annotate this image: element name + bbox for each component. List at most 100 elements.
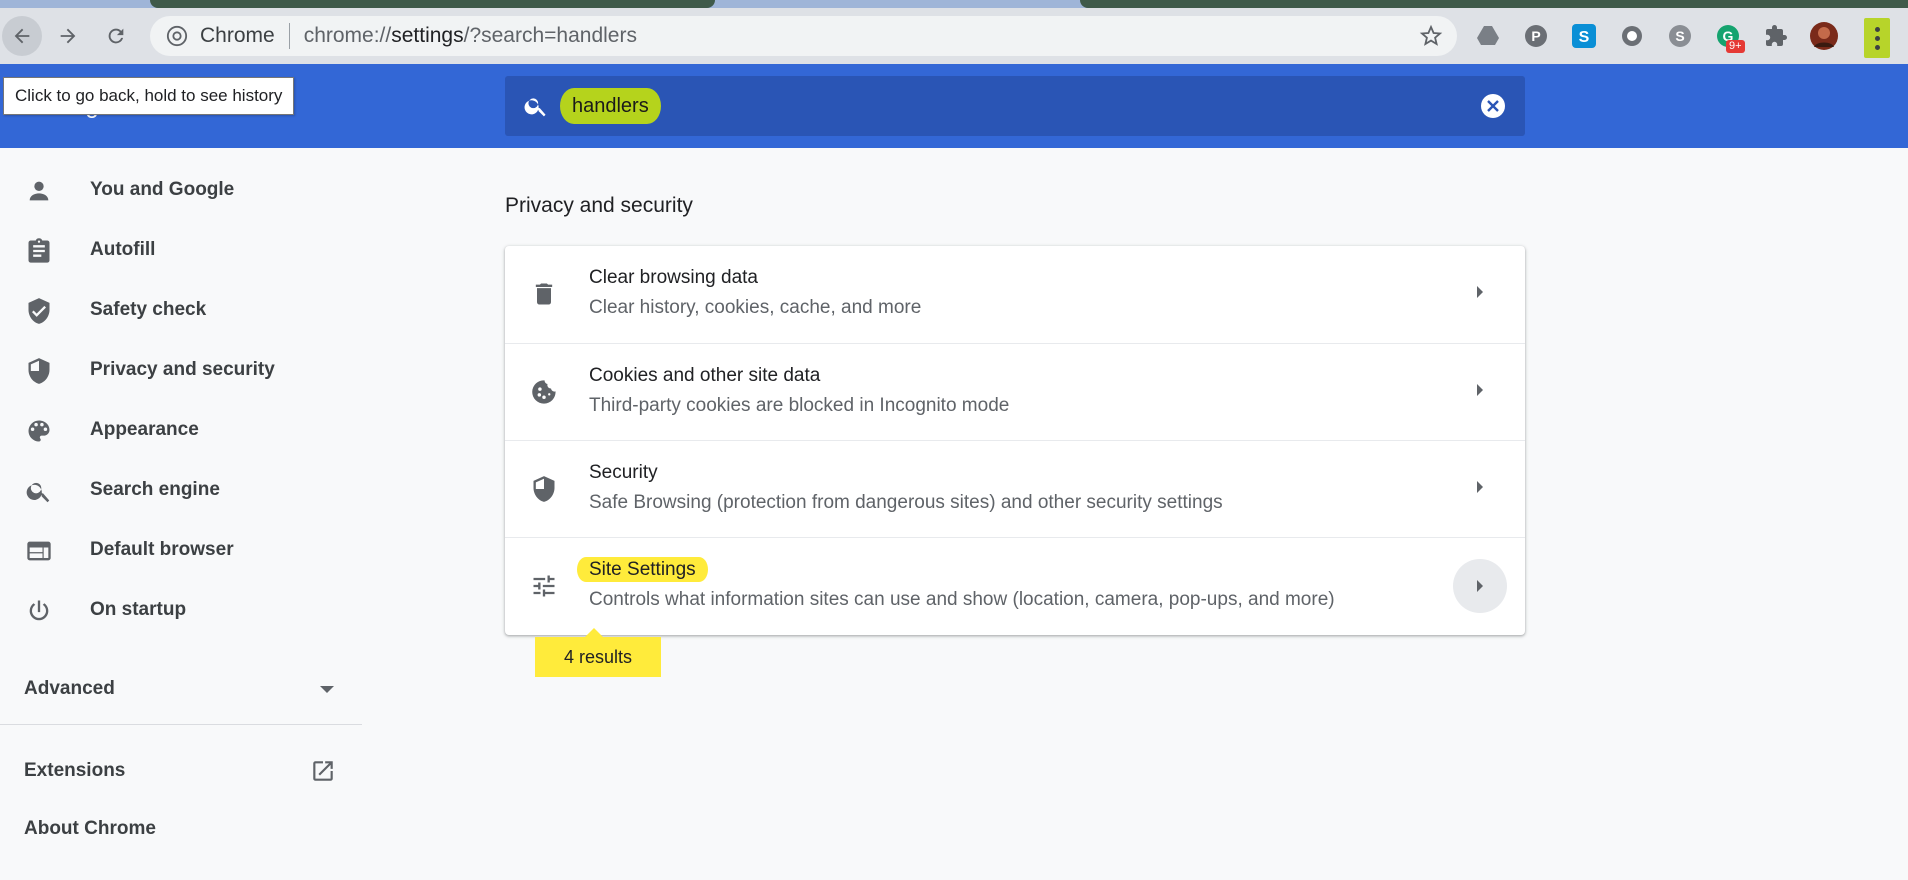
circle-extension-icon[interactable] [1616,20,1648,52]
browser-menu-button[interactable] [1864,18,1890,58]
extensions-row: P S S G 9+ [1472,16,1840,56]
cookie-icon [532,380,556,404]
sidebar-divider [0,724,362,725]
sidebar-item-search-engine[interactable]: Search engine [0,460,362,520]
row-subtitle: Clear history, cookies, cache, and more [589,297,922,318]
url-path: /?search=handlers [463,24,637,47]
browser-window-icon [27,541,51,561]
sidebar-item-label: Appearance [90,419,199,440]
grammarly-extension-icon[interactable]: G 9+ [1712,20,1745,53]
sidebar-item-autofill[interactable]: Autofill [0,220,362,280]
open-in-new-icon [313,761,333,781]
avatar[interactable] [1808,20,1840,52]
svg-text:S: S [1579,29,1590,46]
tab-strip [0,0,1908,8]
url-scheme: chrome:// [303,24,392,47]
pinterest-extension-icon[interactable]: P [1520,20,1552,52]
omnibox-separator [288,23,290,49]
arrow-left-icon [14,28,30,44]
sidebar-item-on-startup[interactable]: On startup [0,580,362,640]
advanced-label: Advanced [24,678,115,699]
back-button-tooltip: Click to go back, hold to see history [3,77,295,115]
sidebar-item-safety-check[interactable]: Safety check [0,280,362,340]
back-button[interactable] [2,16,42,56]
row-title: Security [589,462,658,483]
row-cookies[interactable]: Cookies and other site data Third-party … [505,343,1525,441]
browser-toolbar: Chrome chrome://settings/?search=handler… [0,8,1908,64]
settings-sidebar: You and Google Autofill Safety check Pri… [0,148,362,880]
sidebar-item-label: On startup [90,599,187,620]
sidebar-item-appearance[interactable]: Appearance [0,400,362,460]
row-arrow-button[interactable] [1453,559,1507,613]
tune-icon [533,575,555,597]
row-clear-browsing-data[interactable]: Clear browsing data Clear history, cooki… [505,246,1525,343]
palette-icon [28,420,50,442]
row-subtitle: Third-party cookies are blocked in Incog… [589,395,1010,416]
search-input[interactable]: handlers [560,88,661,124]
clear-search-button[interactable] [1481,94,1505,118]
forward-button[interactable] [48,16,88,56]
row-site-settings[interactable]: Site Settings Controls what information … [505,537,1525,635]
address-bar[interactable]: Chrome chrome://settings/?search=handler… [150,16,1457,56]
bookmark-star-icon[interactable] [1419,24,1443,48]
row-title: Clear browsing data [589,267,758,288]
row-subtitle: Safe Browsing (protection from dangerous… [589,492,1223,513]
puzzle-extensions-icon[interactable] [1760,20,1792,52]
arrow-right-icon [60,28,76,44]
trash-icon [535,283,553,305]
search-results-bubble: 4 results [535,628,661,677]
skype-extension-icon[interactable]: S [1568,20,1600,52]
sidebar-item-label: Safety check [90,299,207,320]
person-icon [29,181,49,201]
notification-badge: 9+ [1726,40,1745,53]
svg-text:P: P [1531,28,1540,44]
sidebar-item-privacy-and-security[interactable]: Privacy and security [0,340,362,400]
browser-tab[interactable] [1080,0,1908,8]
sidebar-item-you-and-google[interactable]: You and Google [0,160,362,220]
sidebar-item-label: Autofill [90,239,156,260]
row-security[interactable]: Security Safe Browsing (protection from … [505,440,1525,538]
chrome-logo-icon [166,25,188,47]
search-icon [26,482,50,503]
site-chip[interactable]: Chrome [200,24,275,48]
url-text[interactable]: chrome://settings/?search=handlers [304,24,637,48]
advanced-toggle[interactable]: Advanced [24,672,334,708]
arrow-right-icon [1477,481,1483,493]
row-title: Cookies and other site data [589,365,821,386]
shield-check-icon [28,298,50,324]
svg-text:S: S [1675,28,1684,44]
browser-tab[interactable] [150,0,715,8]
reload-icon [108,28,124,44]
skype-gray-extension-icon[interactable]: S [1664,20,1696,52]
chevron-down-icon [320,686,334,693]
arrow-right-icon [1477,580,1483,592]
sidebar-item-label: Default browser [90,539,234,560]
row-subtitle: Controls what information sites can use … [589,589,1335,610]
clipboard-icon [28,238,50,263]
reload-button[interactable] [96,16,136,56]
sidebar-item-about-chrome[interactable]: About Chrome [24,818,156,840]
url-host: settings [391,24,464,47]
sidebar-item-label: Search engine [90,479,220,500]
sidebar-item-label: Privacy and security [90,359,275,380]
shield-half-icon [533,476,555,502]
sidebar-item-extensions[interactable]: Extensions [24,752,336,792]
search-highlight: Site Settings [577,557,708,582]
menu-dot [1874,26,1880,32]
arrow-right-icon [1477,384,1483,396]
privacy-security-card: Clear browsing data Clear history, cooki… [505,246,1525,635]
sidebar-item-label: You and Google [90,179,235,200]
sidebar-item-label: Extensions [24,760,126,781]
search-icon [524,98,546,117]
drive-extension-icon[interactable] [1472,20,1504,52]
arrow-right-icon [1477,286,1483,298]
close-icon [1487,100,1499,112]
power-icon [29,600,49,621]
shield-half-icon [28,358,50,384]
row-title: Site Settings [577,557,708,582]
menu-dot [1874,44,1880,50]
sidebar-item-default-browser[interactable]: Default browser [0,520,362,580]
settings-search-box[interactable]: handlers [505,76,1525,136]
menu-dot [1874,35,1880,41]
section-title: Privacy and security [505,194,693,217]
